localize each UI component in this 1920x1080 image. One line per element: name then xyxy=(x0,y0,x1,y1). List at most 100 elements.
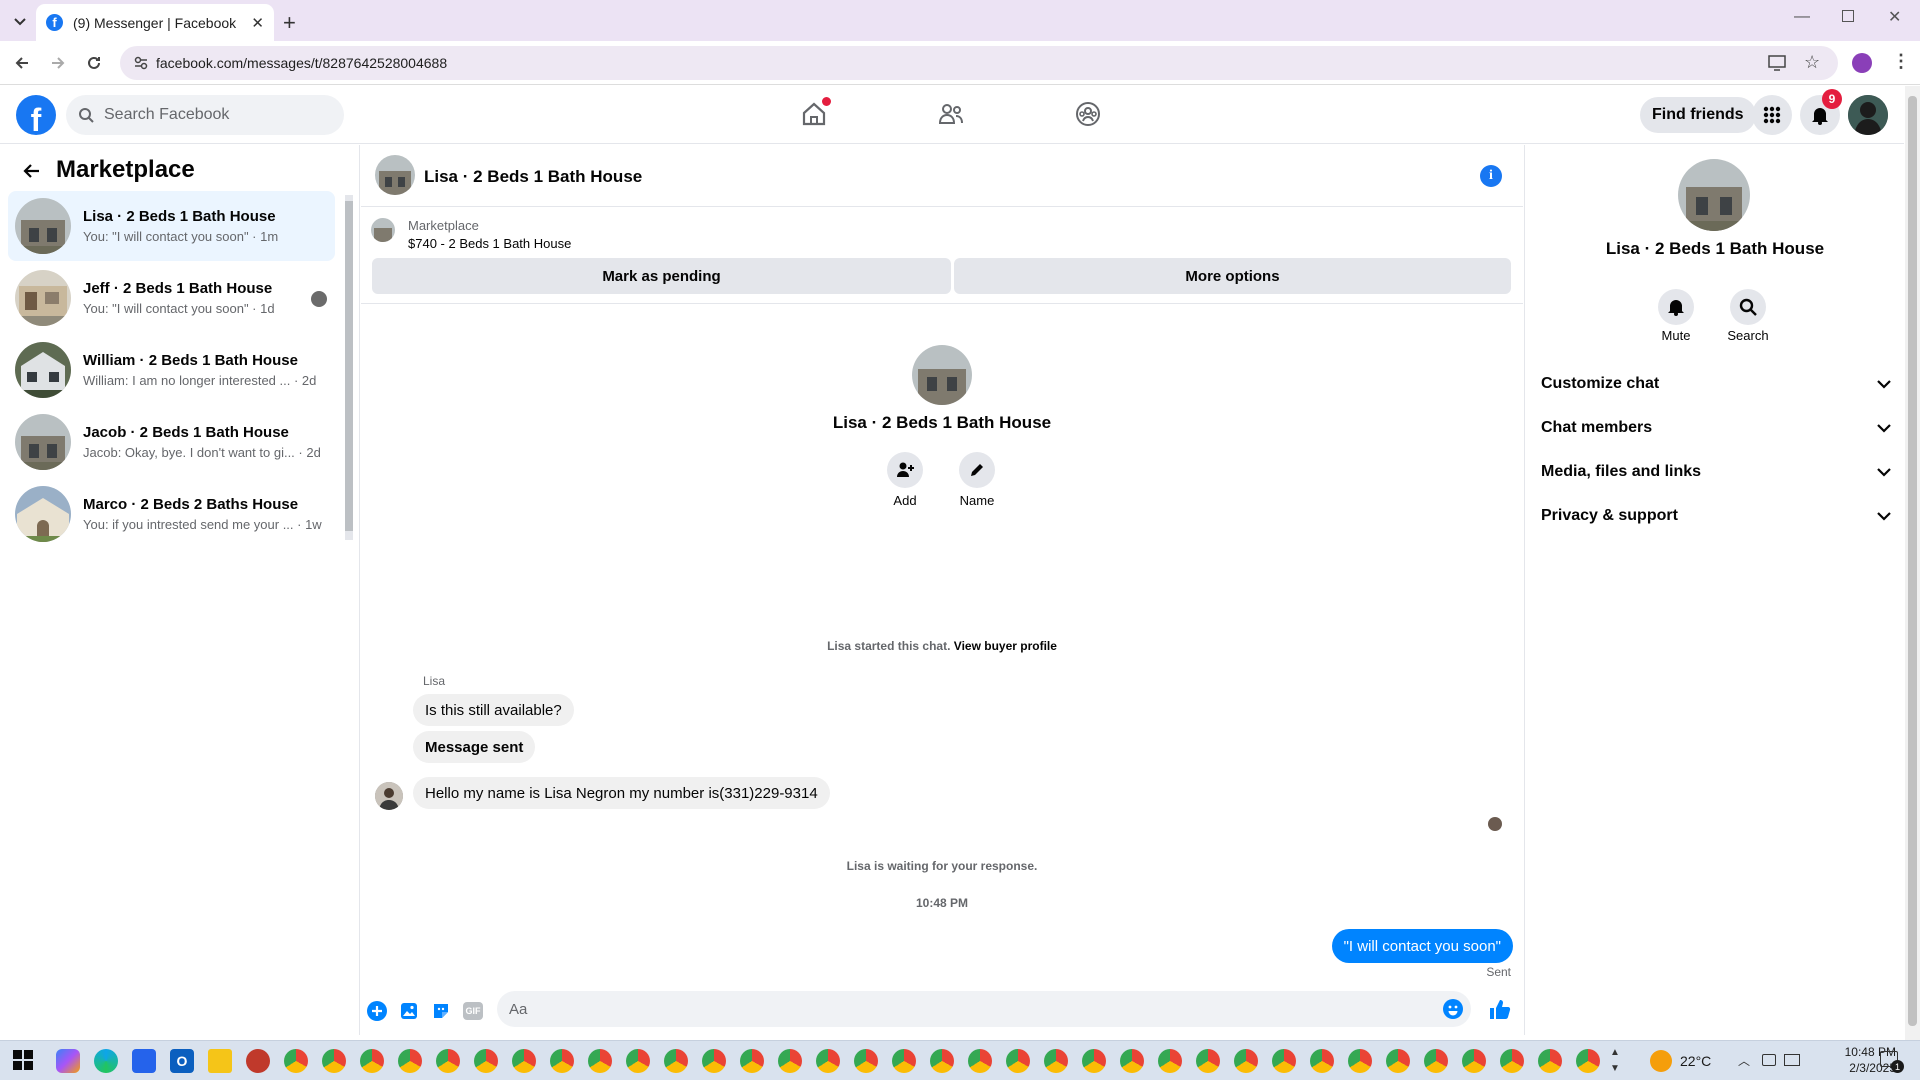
notification-center-icon[interactable]: 1 xyxy=(1880,1051,1904,1073)
conversation-item-jeff[interactable]: Jeff · 2 Beds 1 Bath House You: "I will c… xyxy=(8,263,335,333)
chrome-icon[interactable] xyxy=(322,1049,346,1073)
app-icon[interactable] xyxy=(246,1049,270,1073)
chrome-icon[interactable] xyxy=(1424,1049,1448,1073)
chrome-icon[interactable] xyxy=(664,1049,688,1073)
like-thumbs-up-icon[interactable] xyxy=(1489,998,1511,1020)
chat-title[interactable]: Lisa · 2 Beds 1 Bath House xyxy=(424,167,642,187)
weather-icon[interactable] xyxy=(1650,1050,1672,1072)
privacy-support-section[interactable]: Privacy & support xyxy=(1541,498,1891,534)
new-tab-icon[interactable]: + xyxy=(283,10,296,36)
tab-search-icon[interactable] xyxy=(10,12,30,32)
search-in-chat-icon[interactable] xyxy=(1730,289,1766,325)
tray-chevron-icon[interactable]: ︿ xyxy=(1738,1052,1750,1069)
chrome-icon[interactable] xyxy=(398,1049,422,1073)
chrome-icon[interactable] xyxy=(284,1049,308,1073)
chrome-icon[interactable] xyxy=(702,1049,726,1073)
chrome-icon[interactable] xyxy=(550,1049,574,1073)
notifications-bell-icon[interactable]: 9 xyxy=(1800,89,1842,135)
my-message-bubble[interactable]: "I will contact you soon" xyxy=(1331,929,1513,963)
chrome-icon[interactable] xyxy=(1158,1049,1182,1073)
close-window-icon[interactable]: ✕ xyxy=(1888,7,1901,27)
profile-avatar[interactable] xyxy=(912,345,972,405)
browser-menu-icon[interactable]: ⋮ xyxy=(1892,51,1910,72)
view-buyer-profile-link[interactable]: View buyer profile xyxy=(954,639,1057,653)
message-bubble[interactable]: Message sent xyxy=(413,731,536,763)
chrome-icon[interactable] xyxy=(930,1049,954,1073)
info-icon[interactable]: i xyxy=(1480,165,1502,187)
chrome-icon[interactable] xyxy=(892,1049,916,1073)
chrome-icon[interactable] xyxy=(778,1049,802,1073)
emoji-icon[interactable] xyxy=(1443,999,1463,1019)
chrome-icon[interactable] xyxy=(1462,1049,1486,1073)
profile-avatar-icon[interactable] xyxy=(1852,53,1872,73)
chrome-icon[interactable] xyxy=(1044,1049,1068,1073)
copilot-icon[interactable] xyxy=(56,1049,80,1073)
outlook-icon[interactable]: O xyxy=(170,1049,194,1073)
weather-temp[interactable]: 22°C xyxy=(1680,1053,1711,1069)
chrome-icon[interactable] xyxy=(360,1049,384,1073)
message-bubble[interactable]: Is this still available? xyxy=(413,694,574,726)
chrome-icon[interactable] xyxy=(626,1049,650,1073)
taskbar-scroll-icon[interactable]: ▲ ▼ xyxy=(1610,1045,1620,1077)
chrome-icon[interactable] xyxy=(1500,1049,1524,1073)
close-tab-icon[interactable]: ✕ xyxy=(251,14,264,32)
store-icon[interactable] xyxy=(132,1049,156,1073)
media-files-links-section[interactable]: Media, files and links xyxy=(1541,454,1891,490)
conversation-item-jacob[interactable]: Jacob · 2 Beds 1 Bath House Jacob: Okay, … xyxy=(8,407,335,477)
message-input[interactable]: Aa xyxy=(497,991,1471,1027)
conversation-item-lisa[interactable]: Lisa · 2 Beds 1 Bath House You: "I will c… xyxy=(8,191,335,261)
browser-tab[interactable]: f (9) Messenger | Facebook ✕ xyxy=(36,4,274,41)
message-bubble[interactable]: Hello my name is Lisa Negron my number i… xyxy=(413,777,830,809)
search-input[interactable]: Search Facebook xyxy=(66,95,344,135)
customize-chat-section[interactable]: Customize chat xyxy=(1541,366,1891,402)
chrome-icon[interactable] xyxy=(1310,1049,1334,1073)
chrome-icon[interactable] xyxy=(816,1049,840,1073)
photo-icon[interactable] xyxy=(399,1001,419,1021)
mute-bell-icon[interactable] xyxy=(1658,289,1694,325)
chrome-icon[interactable] xyxy=(1082,1049,1106,1073)
site-settings-icon[interactable] xyxy=(134,56,148,70)
listing-title[interactable]: $740 - 2 Beds 1 Bath House xyxy=(408,236,571,251)
tray-app-icon[interactable] xyxy=(1762,1054,1776,1066)
chrome-icon[interactable] xyxy=(512,1049,536,1073)
conversation-item-marco[interactable]: Marco · 2 Beds 2 Baths House You: if you … xyxy=(8,479,335,549)
chrome-icon[interactable] xyxy=(740,1049,764,1073)
page-scrollbar[interactable] xyxy=(1905,86,1920,1040)
chat-avatar[interactable] xyxy=(375,155,415,195)
chrome-icon[interactable] xyxy=(1348,1049,1372,1073)
minimize-icon[interactable]: — xyxy=(1794,8,1810,26)
edge-icon[interactable] xyxy=(94,1049,118,1073)
reload-icon[interactable] xyxy=(82,51,106,75)
mark-as-pending-button[interactable]: Mark as pending xyxy=(372,258,951,294)
chrome-icon[interactable] xyxy=(1576,1049,1600,1073)
chat-members-section[interactable]: Chat members xyxy=(1541,410,1891,446)
back-icon[interactable] xyxy=(10,51,34,75)
chrome-icon[interactable] xyxy=(588,1049,612,1073)
gif-icon[interactable]: GIF xyxy=(463,1002,483,1020)
facebook-logo-icon[interactable]: f xyxy=(16,95,56,135)
home-icon[interactable] xyxy=(800,97,831,128)
add-person-icon[interactable] xyxy=(887,452,923,488)
chrome-icon[interactable] xyxy=(1234,1049,1258,1073)
list-scrollbar[interactable] xyxy=(345,195,353,540)
address-bar[interactable]: facebook.com/messages/t/8287642528004688… xyxy=(120,46,1838,80)
conversation-item-william[interactable]: William · 2 Beds 1 Bath House William: I … xyxy=(8,335,335,405)
more-options-button[interactable]: More options xyxy=(954,258,1511,294)
chrome-icon[interactable] xyxy=(436,1049,460,1073)
edit-name-icon[interactable] xyxy=(959,452,995,488)
chrome-icon[interactable] xyxy=(1120,1049,1144,1073)
network-icon[interactable] xyxy=(1784,1054,1800,1066)
bookmark-star-icon[interactable]: ☆ xyxy=(1804,52,1820,73)
back-arrow-icon[interactable] xyxy=(22,163,40,179)
file-explorer-icon[interactable] xyxy=(208,1049,232,1073)
details-avatar[interactable] xyxy=(1678,159,1750,231)
chrome-icon[interactable] xyxy=(1196,1049,1220,1073)
windows-start-icon[interactable] xyxy=(12,1049,36,1073)
chrome-icon[interactable] xyxy=(1272,1049,1296,1073)
sticker-icon[interactable] xyxy=(431,1001,451,1021)
restore-icon[interactable] xyxy=(1842,10,1854,22)
chrome-icon[interactable] xyxy=(968,1049,992,1073)
chrome-icon[interactable] xyxy=(1538,1049,1562,1073)
friends-icon[interactable] xyxy=(937,100,965,128)
groups-icon[interactable] xyxy=(1074,100,1102,128)
